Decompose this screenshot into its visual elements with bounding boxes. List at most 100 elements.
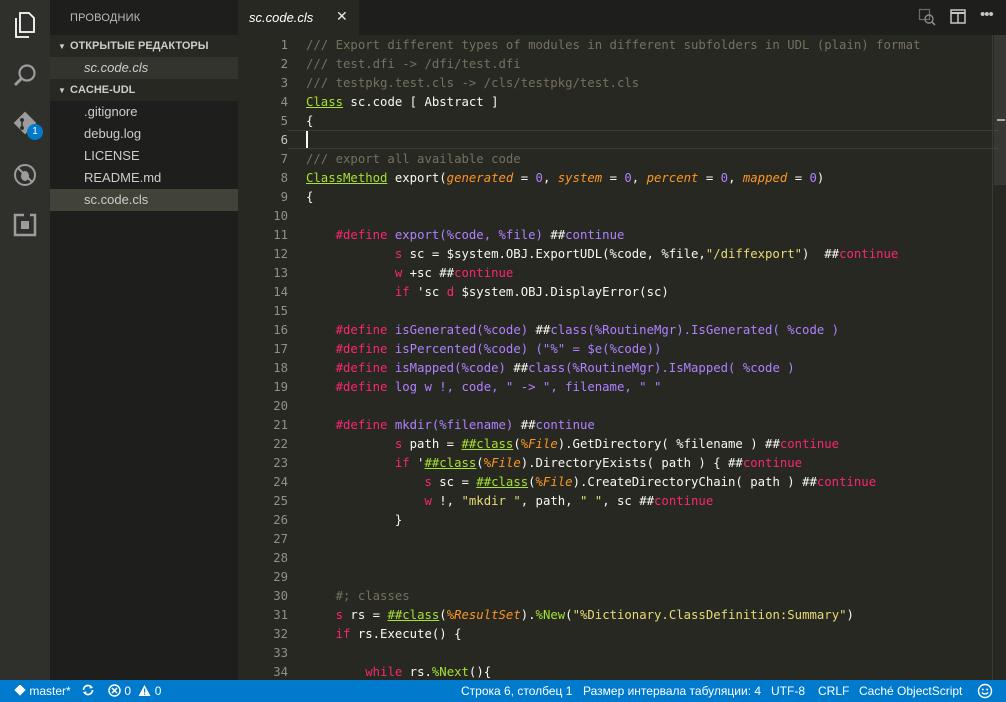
line-number: 22 <box>273 437 288 451</box>
git-badge: 1 <box>27 124 43 140</box>
tab-size[interactable]: Размер интервала табуляции: 4 <box>583 680 761 702</box>
workspace-header[interactable]: ▼ CACHE-UDL <box>50 79 238 101</box>
line-number: 16 <box>273 323 288 337</box>
open-editor-item[interactable]: sc.code.cls <box>50 57 238 79</box>
code-token: = <box>787 171 810 185</box>
line-number-gutter: 1 2 3 4 5 6 7 8 9 10 11 12 13 14 15 16 17 18 19 20 21 22 23 24 2… <box>238 35 288 680</box>
code-token: mapped <box>742 171 788 185</box>
cursor-overview-marker <box>997 119 1005 121</box>
code-token: %New <box>535 608 566 622</box>
files-icon[interactable] <box>0 0 50 50</box>
code-token: continue <box>454 266 514 280</box>
tab-bar: sc.code.cls ✕ ••• <box>238 0 1006 35</box>
code-token: 0 <box>535 171 543 185</box>
code-line: #define isPercented(%code) ("%" = $e(%co… <box>306 340 662 359</box>
code-line: if rs.Execute() { <box>306 625 462 644</box>
line-number: 27 <box>273 532 288 546</box>
encoding[interactable]: UTF-8 <box>771 680 805 702</box>
code-line: s sc = $system.OBJ.ExportUDL(%code, %fil… <box>306 245 898 264</box>
code-token: class(%RoutineMgr).IsMapped( %code ) <box>528 361 795 375</box>
line-number: 2 <box>280 57 288 71</box>
code-line: Class sc.code [ Abstract ] <box>306 93 499 112</box>
code-token: /// test.dfi -> /dfi/test.dfi <box>306 57 521 71</box>
text-cursor <box>306 131 308 148</box>
warning-icon <box>138 685 151 696</box>
more-actions-icon[interactable]: ••• <box>980 6 998 24</box>
line-ending[interactable]: CRLF <box>818 680 849 702</box>
code-token: 'sc <box>409 285 447 299</box>
code-token: "mkdir " <box>461 494 521 508</box>
code-token: path = <box>402 437 462 451</box>
line-number: 9 <box>280 190 288 204</box>
line-number: 8 <box>280 171 288 185</box>
line-number: 13 <box>273 266 288 280</box>
scrollbar-thumb[interactable] <box>994 35 1006 185</box>
code-token: s <box>335 608 344 622</box>
code-token: ##class <box>387 608 440 622</box>
code-token: ). <box>520 608 536 622</box>
code-token: +sc ## <box>402 266 455 280</box>
file-sc-code-cls[interactable]: sc.code.cls <box>50 189 238 211</box>
line-number: 1 <box>280 38 288 52</box>
code-token: continue <box>742 456 803 470</box>
code-area[interactable]: /// Export different types of modules in… <box>306 35 996 680</box>
file-gitignore[interactable]: .gitignore <box>50 101 238 123</box>
explorer-sidebar: ПРОВОДНИК ▼ ОТКРЫТЫЕ РЕДАКТОРЫ sc.code.cl… <box>50 0 238 680</box>
warning-count: 0 <box>154 684 162 698</box>
extensions-icon[interactable] <box>0 200 50 250</box>
tab-label: sc.code.cls <box>249 10 314 25</box>
code-token: ).DirectoryExists( path ) { ## <box>520 456 743 470</box>
code-editor[interactable]: 1 2 3 4 5 6 7 8 9 10 11 12 13 14 15 16 17 18 19 20 21 22 23 24 2… <box>238 35 1006 680</box>
code-token: %File <box>483 456 521 470</box>
file-readme[interactable]: README.md <box>50 167 238 189</box>
error-count: 0 <box>124 684 132 698</box>
language-mode[interactable]: Caché ObjectScript <box>859 680 962 702</box>
code-line: { <box>306 188 313 207</box>
code-token: continue <box>654 494 714 508</box>
tab-sc-code-cls[interactable]: sc.code.cls ✕ <box>238 0 359 35</box>
file-debug-log[interactable]: debug.log <box>50 123 238 145</box>
feedback-icon[interactable] <box>977 683 993 702</box>
code-token: ( <box>528 475 536 489</box>
code-token: 0 <box>809 171 817 185</box>
code-token: continue <box>779 437 840 451</box>
debug-icon[interactable] <box>0 150 50 200</box>
git-icon[interactable]: 1 <box>0 100 50 150</box>
close-icon[interactable]: ✕ <box>336 8 348 25</box>
code-token: ##class <box>461 437 514 451</box>
line-number: 24 <box>273 475 288 489</box>
line-number: 7 <box>280 152 288 166</box>
code-token: rs = <box>343 608 388 622</box>
code-line: s sc = ##class(%File).CreateDirectoryCha… <box>306 473 876 492</box>
open-changes-icon[interactable] <box>918 8 936 26</box>
status-bar: master* 0 0 Строка 6, столбец 1 Размер и… <box>0 680 1006 702</box>
code-token: %File <box>520 437 558 451</box>
open-editors-header[interactable]: ▼ ОТКРЫТЫЕ РЕДАКТОРЫ <box>50 35 238 57</box>
code-token: , <box>728 171 743 185</box>
cursor-position[interactable]: Строка 6, столбец 1 <box>461 680 572 702</box>
code-token: sc.code [ Abstract ] <box>343 95 499 109</box>
sync-icon[interactable] <box>81 680 95 702</box>
code-token: %Next <box>431 665 469 679</box>
code-token: = <box>698 171 721 185</box>
code-token: !, <box>431 494 462 508</box>
code-line: if '##class(%File).DirectoryExists( path… <box>306 454 802 473</box>
code-token: if <box>335 627 351 641</box>
collapse-icon: ▼ <box>58 42 66 51</box>
problems-indicator[interactable]: 0 0 <box>108 680 161 702</box>
activity-bar: 1 <box>0 0 50 680</box>
search-icon[interactable] <box>0 50 50 100</box>
branch-indicator[interactable]: master* <box>14 680 71 702</box>
file-license[interactable]: LICENSE <box>50 145 238 167</box>
split-editor-icon[interactable] <box>949 8 967 26</box>
code-token: #define <box>335 361 388 375</box>
code-token: { <box>306 190 314 204</box>
